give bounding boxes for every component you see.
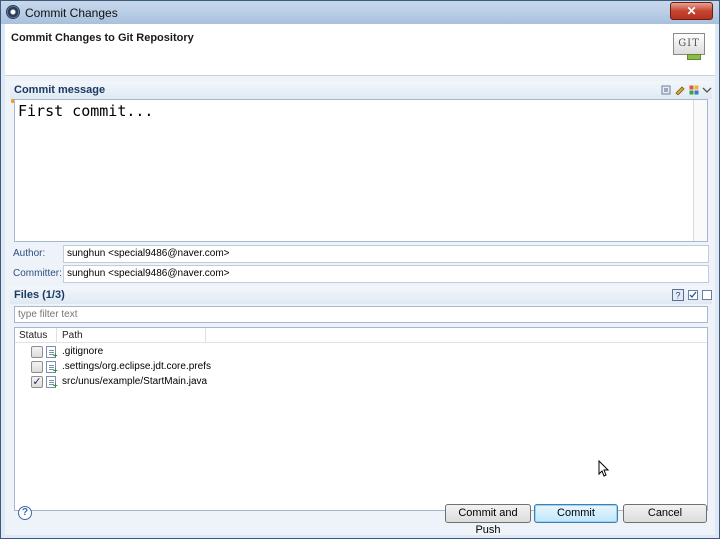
file-added-icon: + [46, 361, 58, 375]
show-untracked-icon[interactable]: ? [672, 289, 684, 301]
dialog-heading: Commit Changes to Git Repository [11, 32, 194, 44]
file-checkbox[interactable] [31, 346, 43, 358]
commit-message-editor[interactable]: First commit... [14, 99, 708, 242]
file-path: src/unus/example/StartMain.java [62, 376, 208, 387]
file-added-icon: + [46, 346, 58, 360]
commit-dialog: Commit Changes ✕ Commit Changes to Git R… [0, 0, 720, 539]
commit-message-scrollbar[interactable] [693, 100, 707, 241]
eclipse-icon [6, 5, 20, 19]
change-id-icon[interactable] [689, 85, 699, 95]
cancel-button[interactable]: Cancel [623, 504, 707, 523]
mouse-pointer-icon [598, 460, 610, 477]
dialog-header: Commit Changes to Git Repository GIT [5, 24, 715, 76]
file-added-icon: + [46, 376, 58, 390]
table-row[interactable]: ✓ + src/unus/example/StartMain.java [15, 375, 707, 390]
file-checkbox[interactable]: ✓ [31, 376, 43, 388]
deselect-all-icon[interactable] [702, 290, 712, 300]
help-icon[interactable]: ? [18, 506, 32, 520]
dialog-client: Commit Changes to Git Repository GIT Com… [5, 24, 715, 536]
commit-message-label: Commit message [14, 84, 106, 96]
select-all-icon[interactable] [688, 290, 698, 300]
column-path[interactable]: Path [62, 330, 83, 341]
author-field[interactable]: sunghun <special9486@naver.com> [63, 245, 709, 263]
committer-field[interactable]: sunghun <special9486@naver.com> [63, 265, 709, 283]
committer-label: Committer: [13, 268, 62, 279]
git-logo: GIT [673, 33, 705, 55]
column-separator[interactable] [205, 328, 206, 342]
amend-icon[interactable] [661, 85, 671, 95]
commit-message-section: Commit message [10, 81, 712, 99]
file-path: .gitignore [62, 346, 104, 357]
files-table-header: Status Path [15, 328, 707, 343]
author-label: Author: [13, 248, 46, 259]
file-checkbox[interactable] [31, 361, 43, 373]
files-section: Files (1/3) ? [10, 286, 712, 304]
file-filter-input[interactable] [14, 306, 708, 323]
title-bar[interactable]: Commit Changes ✕ [1, 1, 719, 24]
close-button[interactable]: ✕ [670, 2, 713, 20]
files-label: Files (1/3) [14, 289, 65, 301]
files-table: Status Path + .gitignore + .settings/org.ec… [14, 327, 708, 511]
commit-and-push-button[interactable]: Commit and Push [445, 504, 531, 536]
table-row[interactable]: + .gitignore [15, 345, 707, 360]
close-icon: ✕ [686, 4, 697, 18]
commit-button[interactable]: Commit [534, 504, 618, 523]
column-status[interactable]: Status [19, 330, 47, 341]
window-title: Commit Changes [25, 6, 118, 20]
chevron-down-icon[interactable] [702, 85, 712, 95]
svg-text:?: ? [675, 291, 680, 301]
signed-off-icon[interactable] [675, 85, 685, 95]
git-logo-base [687, 54, 701, 60]
column-separator[interactable] [56, 328, 57, 342]
file-path: .settings/org.eclipse.jdt.core.prefs [62, 361, 211, 372]
commit-message-input[interactable]: First commit... [18, 102, 690, 238]
table-row[interactable]: + .settings/org.eclipse.jdt.core.prefs [15, 360, 707, 375]
